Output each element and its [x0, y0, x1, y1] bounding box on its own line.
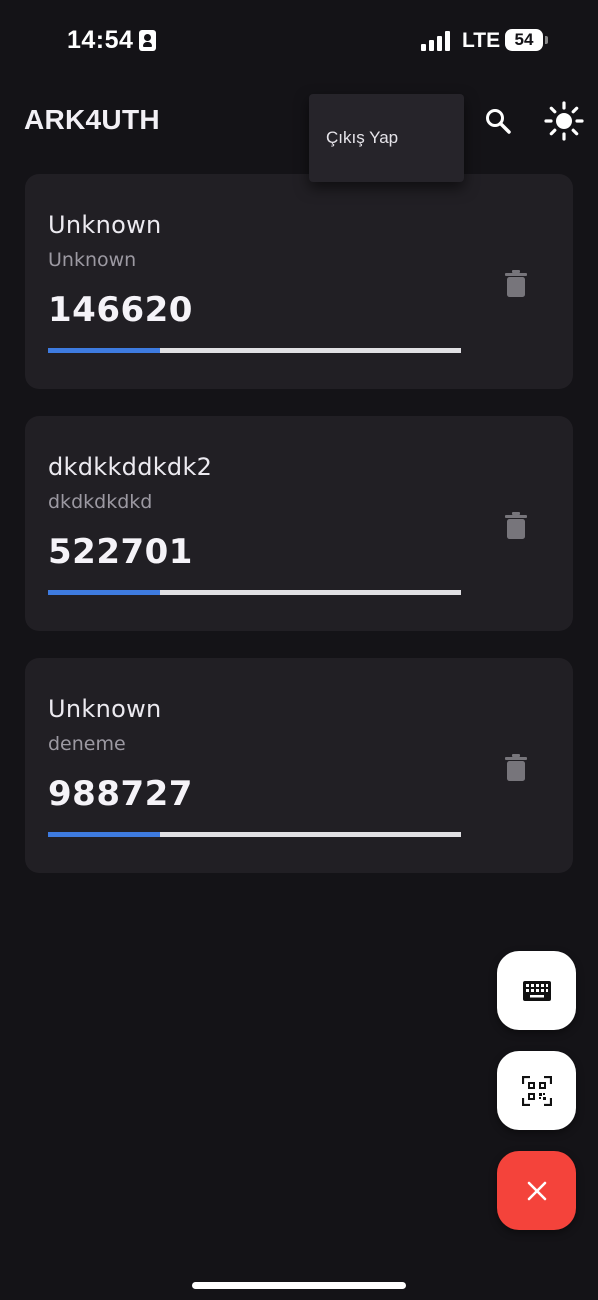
- close-icon: [527, 1181, 546, 1200]
- otp-timer-fill: [48, 590, 160, 595]
- app-title: ARK4UTH: [24, 104, 160, 135]
- trash-icon: [505, 269, 527, 297]
- theme-toggle-button[interactable]: [542, 99, 586, 143]
- menu-item-logout[interactable]: Çıkış Yap: [326, 128, 398, 148]
- home-indicator[interactable]: [192, 1282, 406, 1289]
- otp-code: 522701: [48, 532, 193, 572]
- otp-code: 146620: [48, 290, 193, 330]
- keyboard-icon: [522, 980, 551, 1001]
- delete-account-button[interactable]: [496, 260, 536, 306]
- account-card[interactable]: Unknown deneme 988727: [25, 658, 573, 873]
- account-card[interactable]: dkdkkddkdk2 dkdkdkdkd 522701: [25, 416, 573, 631]
- network-type: LTE: [462, 29, 501, 52]
- otp-code: 988727: [48, 774, 193, 814]
- battery-level: 54: [505, 29, 543, 51]
- otp-timer-bar: [48, 590, 461, 595]
- account-issuer: deneme: [48, 733, 126, 755]
- delete-account-button[interactable]: [496, 744, 536, 790]
- otp-timer-fill: [48, 348, 160, 353]
- otp-timer-fill: [48, 832, 160, 837]
- status-bar: 14:54 LTE 54: [0, 0, 598, 84]
- qr-scan-icon: [521, 1075, 552, 1106]
- contact-badge-icon: [139, 30, 156, 51]
- sun-icon: [544, 101, 584, 141]
- battery-cap-icon: [545, 36, 548, 44]
- account-name: Unknown: [48, 211, 162, 239]
- account-issuer: dkdkdkdkd: [48, 491, 153, 513]
- otp-timer-bar: [48, 348, 461, 353]
- account-name: dkdkkddkdk2: [48, 453, 213, 481]
- scan-qr-button[interactable]: [497, 1051, 576, 1130]
- account-card[interactable]: Unknown Unknown 146620: [25, 174, 573, 389]
- close-fab-menu-button[interactable]: [497, 1151, 576, 1230]
- account-issuer: Unknown: [48, 249, 137, 271]
- delete-account-button[interactable]: [496, 502, 536, 548]
- trash-icon: [505, 511, 527, 539]
- search-button[interactable]: [476, 99, 520, 143]
- search-icon: [486, 109, 511, 134]
- signal-strength-icon: [421, 31, 453, 51]
- status-time: 14:54: [67, 26, 134, 54]
- otp-timer-bar: [48, 832, 461, 837]
- manual-entry-button[interactable]: [497, 951, 576, 1030]
- account-name: Unknown: [48, 695, 162, 723]
- overflow-menu: Çıkış Yap: [309, 94, 464, 182]
- trash-icon: [505, 753, 527, 781]
